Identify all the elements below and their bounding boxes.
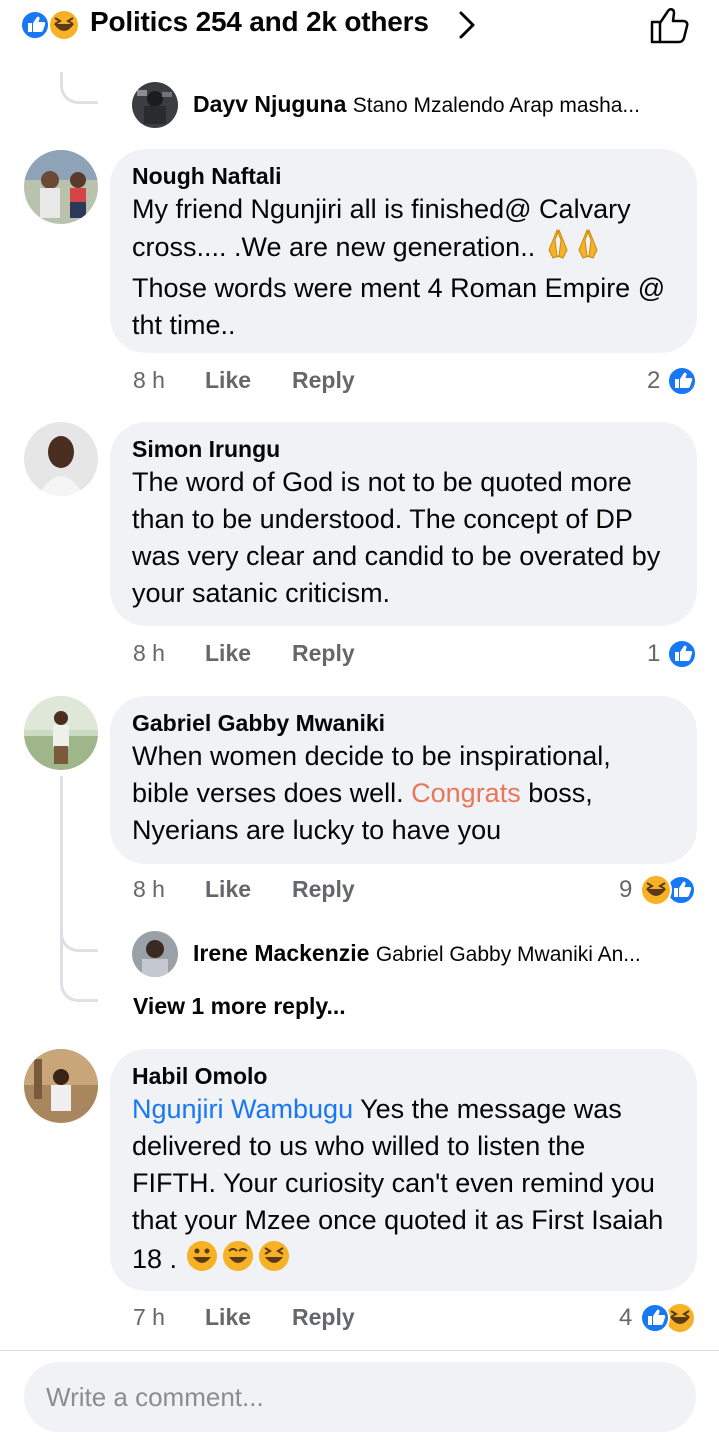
reply-snippet: Stano Mzalendo Arap masha... bbox=[352, 94, 640, 117]
reply-button[interactable]: Reply bbox=[292, 1304, 355, 1331]
comment-time: 8 h bbox=[133, 367, 165, 394]
comment-actions: 8 h Like Reply bbox=[133, 875, 355, 909]
avatar[interactable] bbox=[24, 1049, 98, 1123]
comment-bubble[interactable]: Gabriel Gabby Mwaniki When women decide … bbox=[110, 696, 697, 864]
comment-time: 8 h bbox=[133, 876, 165, 903]
reply-preview[interactable]: Dayv Njuguna Stano Mzalendo Arap masha..… bbox=[193, 91, 703, 118]
like-reaction-icon bbox=[667, 639, 697, 669]
like-reaction-icon bbox=[667, 366, 697, 396]
comment-text: The word of God is not to be quoted more… bbox=[132, 467, 661, 608]
divider bbox=[0, 1350, 719, 1351]
like-haha-reaction-icons bbox=[640, 1302, 696, 1334]
haha-like-reaction-icons bbox=[640, 874, 696, 906]
reactions-title[interactable]: Politics 254 and 2k others bbox=[90, 6, 429, 38]
like-button[interactable]: Like bbox=[205, 640, 292, 667]
reply-button[interactable]: Reply bbox=[292, 640, 355, 667]
thread-line bbox=[60, 920, 98, 952]
comment-bubble[interactable]: Nough Naftali My friend Ngunjiri all is … bbox=[110, 149, 697, 353]
reply-snippet: Gabriel Gabby Mwaniki An... bbox=[375, 943, 641, 966]
comment-actions: 8 h Like Reply bbox=[133, 639, 355, 673]
thread-line bbox=[60, 950, 98, 1002]
folded-hands-emoji bbox=[543, 228, 603, 270]
avatar[interactable] bbox=[24, 696, 98, 770]
avatar[interactable] bbox=[24, 422, 98, 496]
reply-button[interactable]: Reply bbox=[292, 876, 355, 903]
comment-author[interactable]: Simon Irungu bbox=[132, 434, 675, 464]
like-button[interactable]: Like bbox=[205, 876, 292, 903]
comment-text: My friend Ngunjiri all is finished@ Calv… bbox=[132, 194, 666, 340]
comment-time: 7 h bbox=[133, 1304, 165, 1331]
comment-actions: 8 h Like Reply bbox=[133, 366, 355, 400]
comment-text: Ngunjiri Wambugu Yes the message was del… bbox=[132, 1091, 675, 1283]
like-button[interactable]: Like bbox=[205, 367, 292, 394]
reactions-header[interactable]: Politics 254 and 2k others bbox=[0, 0, 719, 56]
reaction-count[interactable]: 9 bbox=[619, 873, 697, 907]
reply-preview[interactable]: Irene Mackenzie Gabriel Gabby Mwaniki An… bbox=[193, 940, 703, 967]
reply-author[interactable]: Dayv Njuguna bbox=[193, 91, 346, 117]
highlighted-word[interactable]: Congrats bbox=[411, 778, 521, 808]
reactions-summary-icons bbox=[20, 9, 80, 41]
smiley-emojis bbox=[185, 1239, 295, 1283]
comment-actions: 7 h Like Reply bbox=[133, 1303, 355, 1337]
comment-bubble[interactable]: Habil Omolo Ngunjiri Wambugu Yes the mes… bbox=[110, 1049, 697, 1291]
view-more-replies-link[interactable]: View 1 more reply... bbox=[133, 993, 346, 1020]
comment-text: When women decide to be inspirational, b… bbox=[132, 741, 611, 845]
avatar[interactable] bbox=[132, 931, 178, 977]
like-button[interactable]: Like bbox=[205, 1304, 292, 1331]
comment-bubble[interactable]: Simon Irungu The word of God is not to b… bbox=[110, 422, 697, 626]
reaction-count[interactable]: 2 bbox=[647, 366, 697, 400]
comment-input[interactable] bbox=[24, 1362, 696, 1432]
comment-time: 8 h bbox=[133, 640, 165, 667]
comment-author[interactable]: Gabriel Gabby Mwaniki bbox=[132, 708, 675, 738]
mention-link[interactable]: Ngunjiri Wambugu bbox=[132, 1094, 353, 1124]
reaction-count[interactable]: 4 bbox=[619, 1301, 697, 1335]
avatar[interactable] bbox=[132, 82, 178, 128]
comment-author[interactable]: Habil Omolo bbox=[132, 1061, 675, 1091]
chevron-right-icon[interactable] bbox=[455, 8, 479, 42]
reaction-count[interactable]: 1 bbox=[647, 639, 697, 673]
like-outline-icon[interactable] bbox=[648, 4, 692, 46]
thread-line bbox=[60, 72, 98, 104]
reply-button[interactable]: Reply bbox=[292, 367, 355, 394]
reply-author[interactable]: Irene Mackenzie bbox=[193, 940, 369, 966]
comment-author[interactable]: Nough Naftali bbox=[132, 161, 675, 191]
avatar[interactable] bbox=[24, 150, 98, 224]
